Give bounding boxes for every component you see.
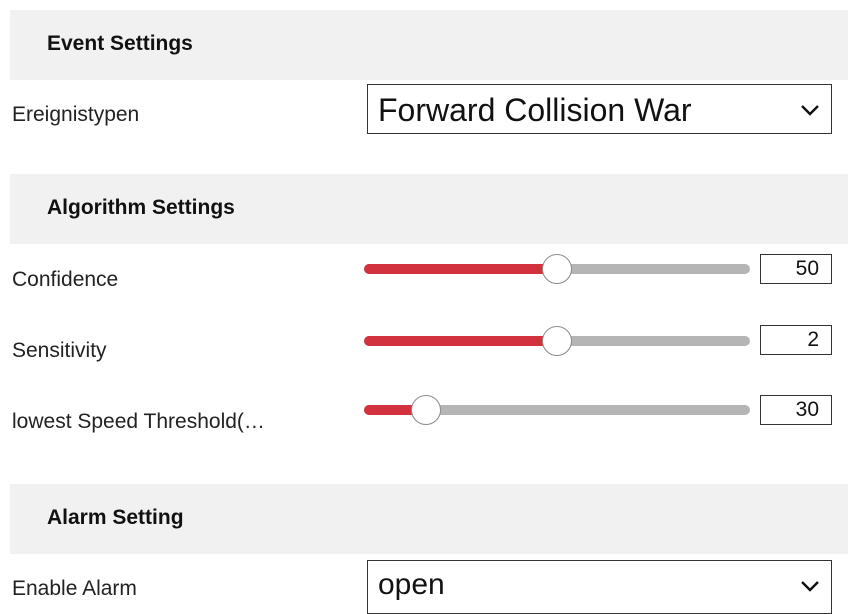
event-types-label: Ereignistypen [12,103,140,126]
slider-thumb[interactable] [542,254,572,284]
chevron-down-icon [801,105,819,116]
enable-alarm-label: Enable Alarm [12,577,137,600]
chevron-down-icon [801,581,819,592]
slider-fill [364,336,557,346]
alarm-setting-header: Alarm Setting [10,484,848,554]
event-types-select[interactable]: Forward Collision War [367,84,832,134]
sensitivity-value-input[interactable]: 2 [760,325,832,355]
event-settings-header: Event Settings [10,10,848,80]
sensitivity-label: Sensitivity [12,339,107,362]
sensitivity-slider[interactable] [364,321,750,361]
speed-threshold-value-input[interactable]: 30 [760,395,832,425]
slider-thumb[interactable] [542,326,572,356]
enable-alarm-select[interactable]: open [367,560,832,614]
confidence-value-input[interactable]: 50 [760,254,832,284]
event-types-value: Forward Collision War [378,92,692,128]
speed-threshold-slider[interactable] [364,390,750,430]
slider-fill [364,264,557,274]
confidence-label: Confidence [12,268,119,291]
enable-alarm-value: open [378,568,445,601]
algorithm-settings-header: Algorithm Settings [10,174,848,244]
confidence-slider[interactable] [364,249,750,289]
section-title: Event Settings [47,32,193,55]
speed-threshold-label: lowest Speed Threshold(… [12,410,265,433]
section-title: Alarm Setting [47,506,184,529]
slider-thumb[interactable] [410,395,441,425]
section-title: Algorithm Settings [47,196,235,219]
